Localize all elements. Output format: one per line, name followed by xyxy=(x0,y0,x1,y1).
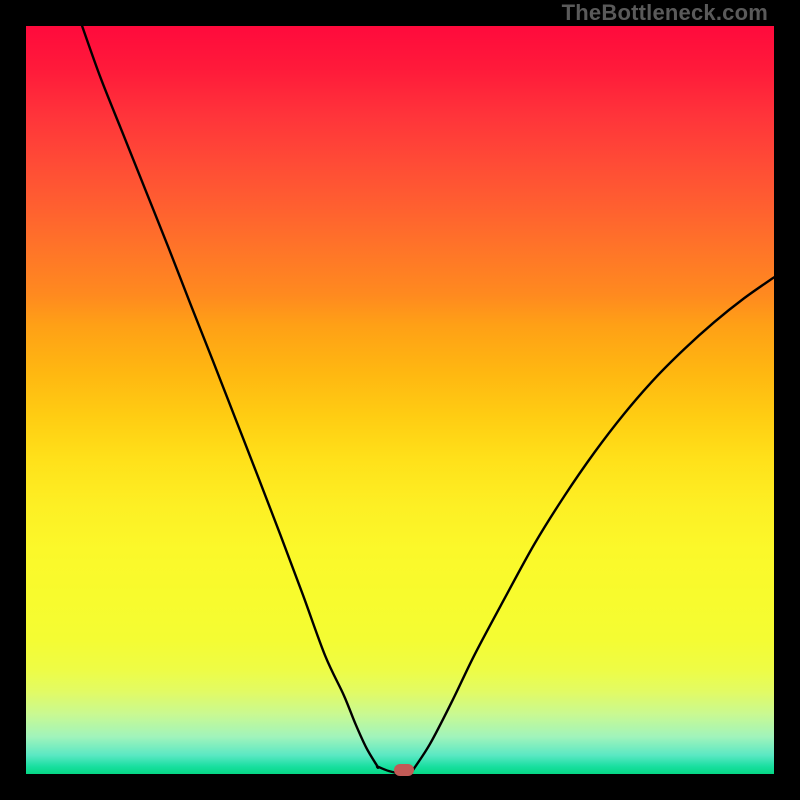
bottleneck-curve xyxy=(26,26,774,774)
watermark-text: TheBottleneck.com xyxy=(562,0,768,26)
minimum-marker xyxy=(394,764,414,776)
plot-area xyxy=(26,26,774,774)
chart-frame: TheBottleneck.com xyxy=(0,0,800,800)
